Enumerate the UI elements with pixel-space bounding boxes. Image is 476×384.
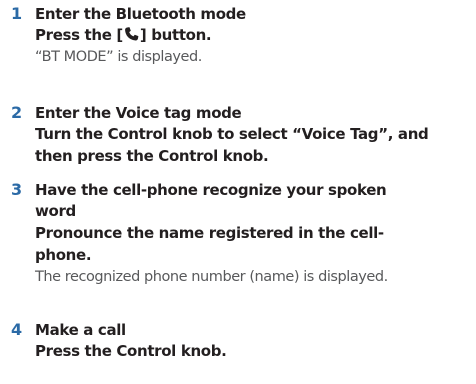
step-instruction-line: Pronounce the name registered in the cel… bbox=[35, 224, 384, 242]
step-heading: Enter the Bluetooth mode bbox=[35, 5, 246, 23]
step-instruction: Press the [ ] button. bbox=[35, 24, 476, 46]
step-result: The recognized phone number (name) is di… bbox=[35, 269, 388, 285]
step-content: Enter the Bluetooth mode Press the [ ] bu… bbox=[35, 4, 476, 68]
step-content: Make a call Press the Control knob. bbox=[35, 320, 476, 362]
step-result: “BT MODE” is displayed. bbox=[35, 49, 202, 65]
step-content: Enter the Voice tag mode Turn the Contro… bbox=[35, 103, 476, 167]
step-number: 3 bbox=[11, 180, 22, 199]
step-instruction-line: then press the Control knob. bbox=[35, 147, 269, 165]
instruction-text-after: ] button. bbox=[139, 26, 212, 44]
step-instruction-line: phone. bbox=[35, 246, 92, 264]
instruction-text-before: Press the [ bbox=[35, 26, 123, 44]
step-heading-line: Have the cell-phone recognize your spoke… bbox=[35, 181, 387, 199]
step-instruction-line: Turn the Control knob to select “Voice T… bbox=[35, 125, 429, 143]
step-content: Have the cell-phone recognize your spoke… bbox=[35, 180, 476, 288]
step-instruction: Press the Control knob. bbox=[35, 342, 227, 360]
step-heading-line: word bbox=[35, 202, 76, 220]
step-heading: Enter the Voice tag mode bbox=[35, 104, 242, 122]
step-number: 2 bbox=[11, 103, 22, 122]
step-number: 1 bbox=[11, 4, 22, 23]
step-number: 4 bbox=[11, 320, 22, 339]
step-heading: Make a call bbox=[35, 321, 126, 339]
phone-handset-icon bbox=[124, 27, 139, 41]
